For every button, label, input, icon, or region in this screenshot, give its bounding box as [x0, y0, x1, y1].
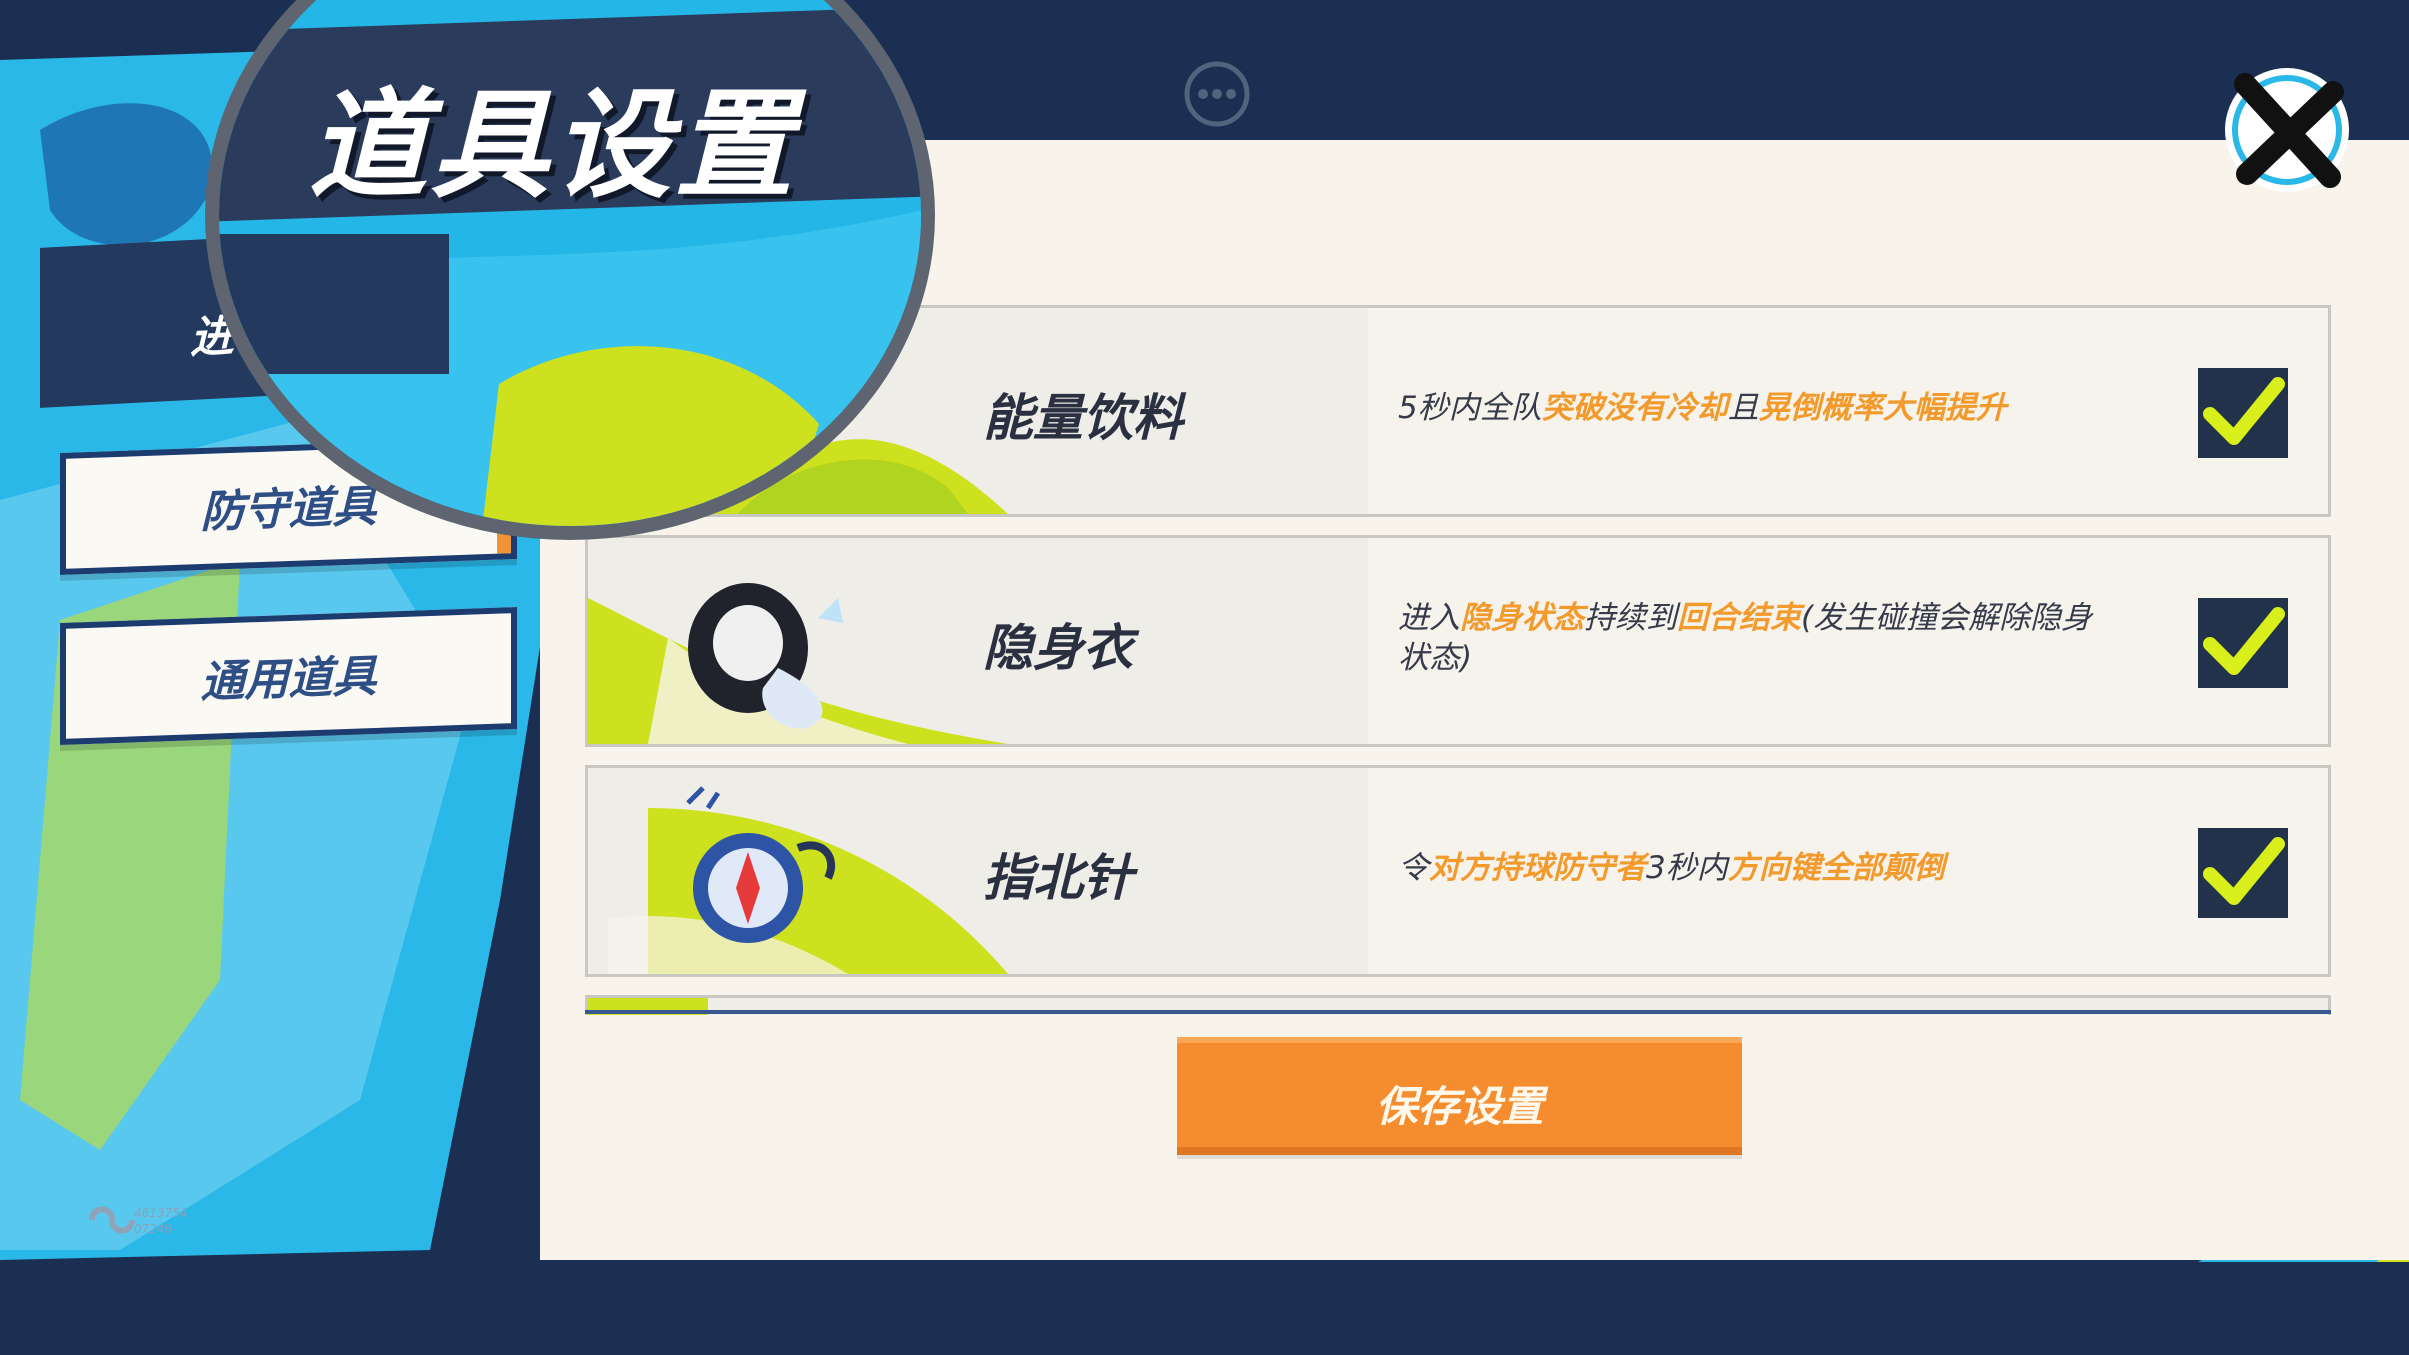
save-settings-button[interactable]: 保存设置 [1177, 1037, 1742, 1155]
desc-highlight: 方向键全部颠倒 [1727, 850, 1945, 886]
item-row-compass[interactable]: 指北针 令对方持球防守者3秒内方向键全部颠倒 [585, 765, 2331, 977]
uid-text: 4613754 07246 [134, 1205, 187, 1237]
desc-highlight: 回合结束 [1677, 600, 1801, 636]
desc-highlight: 突破没有冷却 [1541, 390, 1728, 426]
page-title: 道具设置 [309, 76, 798, 214]
desc-text: 进入 [1398, 600, 1460, 636]
desc-text: 且 [1727, 390, 1759, 426]
item-row-invisibility-cloak[interactable]: 隐身衣 进入隐身状态持续到回合结束(发生碰撞会解除隐身状态) [585, 535, 2331, 747]
uid-line: 07246 [134, 1222, 173, 1236]
compass-art [608, 786, 1008, 974]
item-description: 5秒内全队突破没有冷却且晃倒概率大幅提升 [1398, 388, 2118, 428]
item-description: 令对方持球防守者3秒内方向键全部颠倒 [1398, 848, 2118, 888]
enable-checkbox[interactable] [2198, 598, 2288, 688]
logo-icon [89, 1206, 135, 1234]
list-bottom-divider [585, 1010, 2331, 1014]
item-name: 能量饮料 [983, 389, 1183, 447]
tab-general-items[interactable]: 通用道具 [60, 607, 517, 745]
enable-checkbox[interactable] [2198, 828, 2288, 918]
uid-line: 4613754 [134, 1206, 188, 1220]
checkmark-icon [2203, 607, 2285, 675]
item-name: 隐身衣 [983, 619, 1133, 677]
checkmark-icon [2203, 377, 2285, 445]
desc-highlight: 对方持球防守者 [1429, 850, 1646, 886]
desc-text: 持续到 [1584, 600, 1677, 636]
item-description: 进入隐身状态持续到回合结束(发生碰撞会解除隐身状态) [1398, 598, 2118, 678]
desc-text: 5秒内全队 [1398, 390, 1542, 426]
chat-bubble-icon[interactable] [1183, 60, 1251, 128]
title-magnifier: 道具设置 [205, 0, 935, 540]
invisibility-cloak-art [588, 583, 1008, 744]
desc-text: 令 [1398, 850, 1429, 886]
desc-text: 3秒内 [1646, 850, 1728, 886]
save-settings-label: 保存设置 [1375, 1082, 1544, 1131]
tab-label: 通用道具 [200, 650, 377, 709]
checkmark-icon [2203, 837, 2285, 905]
close-x-icon[interactable] [2205, 52, 2365, 207]
game-screen: 进 防守道具 通用道具 能量饮料 5秒内全队突破没有冷却且晃倒概率大幅提升 [0, 0, 2409, 1355]
item-name: 指北针 [983, 849, 1133, 907]
enable-checkbox[interactable] [2198, 368, 2288, 458]
desc-highlight: 隐身状态 [1460, 600, 1584, 636]
desc-highlight: 晃倒概率大幅提升 [1758, 390, 2007, 426]
